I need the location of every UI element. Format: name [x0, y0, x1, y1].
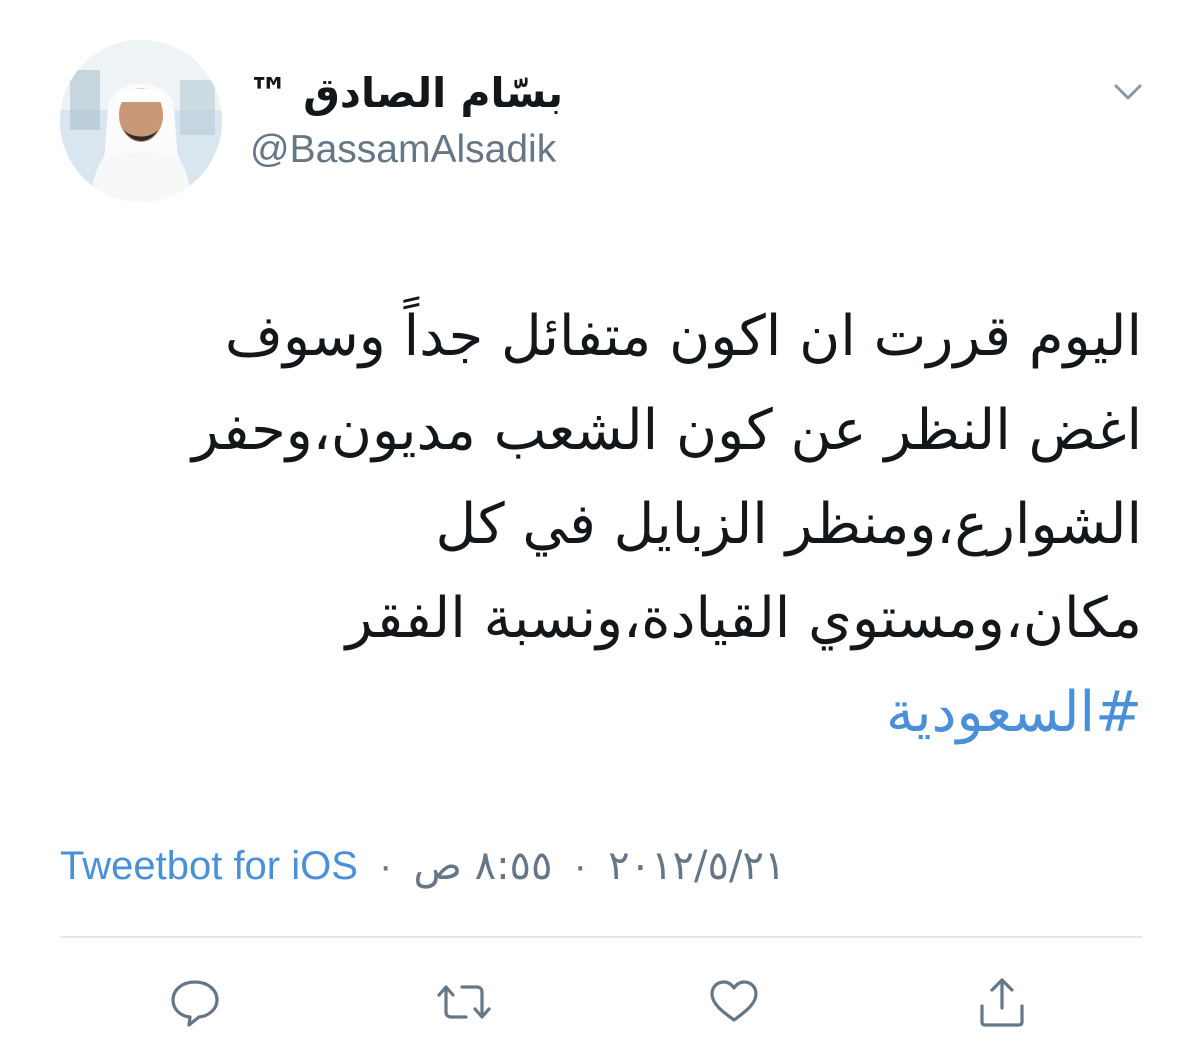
chevron-down-icon[interactable]: [1108, 76, 1148, 108]
tweet-text-line: اليوم قررت ان اكون متفائل جداً وسوف: [224, 304, 1142, 369]
author-display-name[interactable]: بسّام الصادق ™: [248, 66, 563, 120]
tweet-card: بسّام الصادق ™ @BassamAlsadik اليوم قررت…: [0, 0, 1200, 1054]
tweet-text-line: الشوارع،ومنظر الزبايل في كل: [435, 492, 1142, 557]
divider: [60, 936, 1142, 938]
tweet-meta: Tweetbot for iOS · ٢٠١٢/٥/٢١ · ٨:٥٥ ص: [60, 838, 785, 894]
share-icon[interactable]: [972, 972, 1032, 1032]
tweet-text-line: مكان،ومستوي القيادة،ونسبة الفقر: [345, 586, 1142, 651]
tweet-text-line: اغض النظر عن كون الشعب مديون،وحفر: [191, 398, 1142, 463]
meta-separator: ·: [573, 844, 587, 888]
meta-separator: ·: [379, 844, 393, 888]
retweet-icon[interactable]: [434, 972, 494, 1032]
hashtag-link[interactable]: #السعودية: [52, 666, 1142, 760]
reply-icon[interactable]: [165, 972, 225, 1032]
source-link[interactable]: Tweetbot for iOS: [60, 844, 358, 888]
author-handle[interactable]: @BassamAlsadik: [250, 124, 556, 176]
tweet-time[interactable]: ٨:٥٥ ص: [414, 843, 553, 889]
heart-icon[interactable]: [704, 972, 764, 1032]
tweet-text: اليوم قررت ان اكون متفائل جداً وسوف اغض …: [52, 290, 1142, 760]
avatar[interactable]: [60, 40, 222, 202]
tweet-date[interactable]: ٢٠١٢/٥/٢١: [608, 843, 785, 889]
